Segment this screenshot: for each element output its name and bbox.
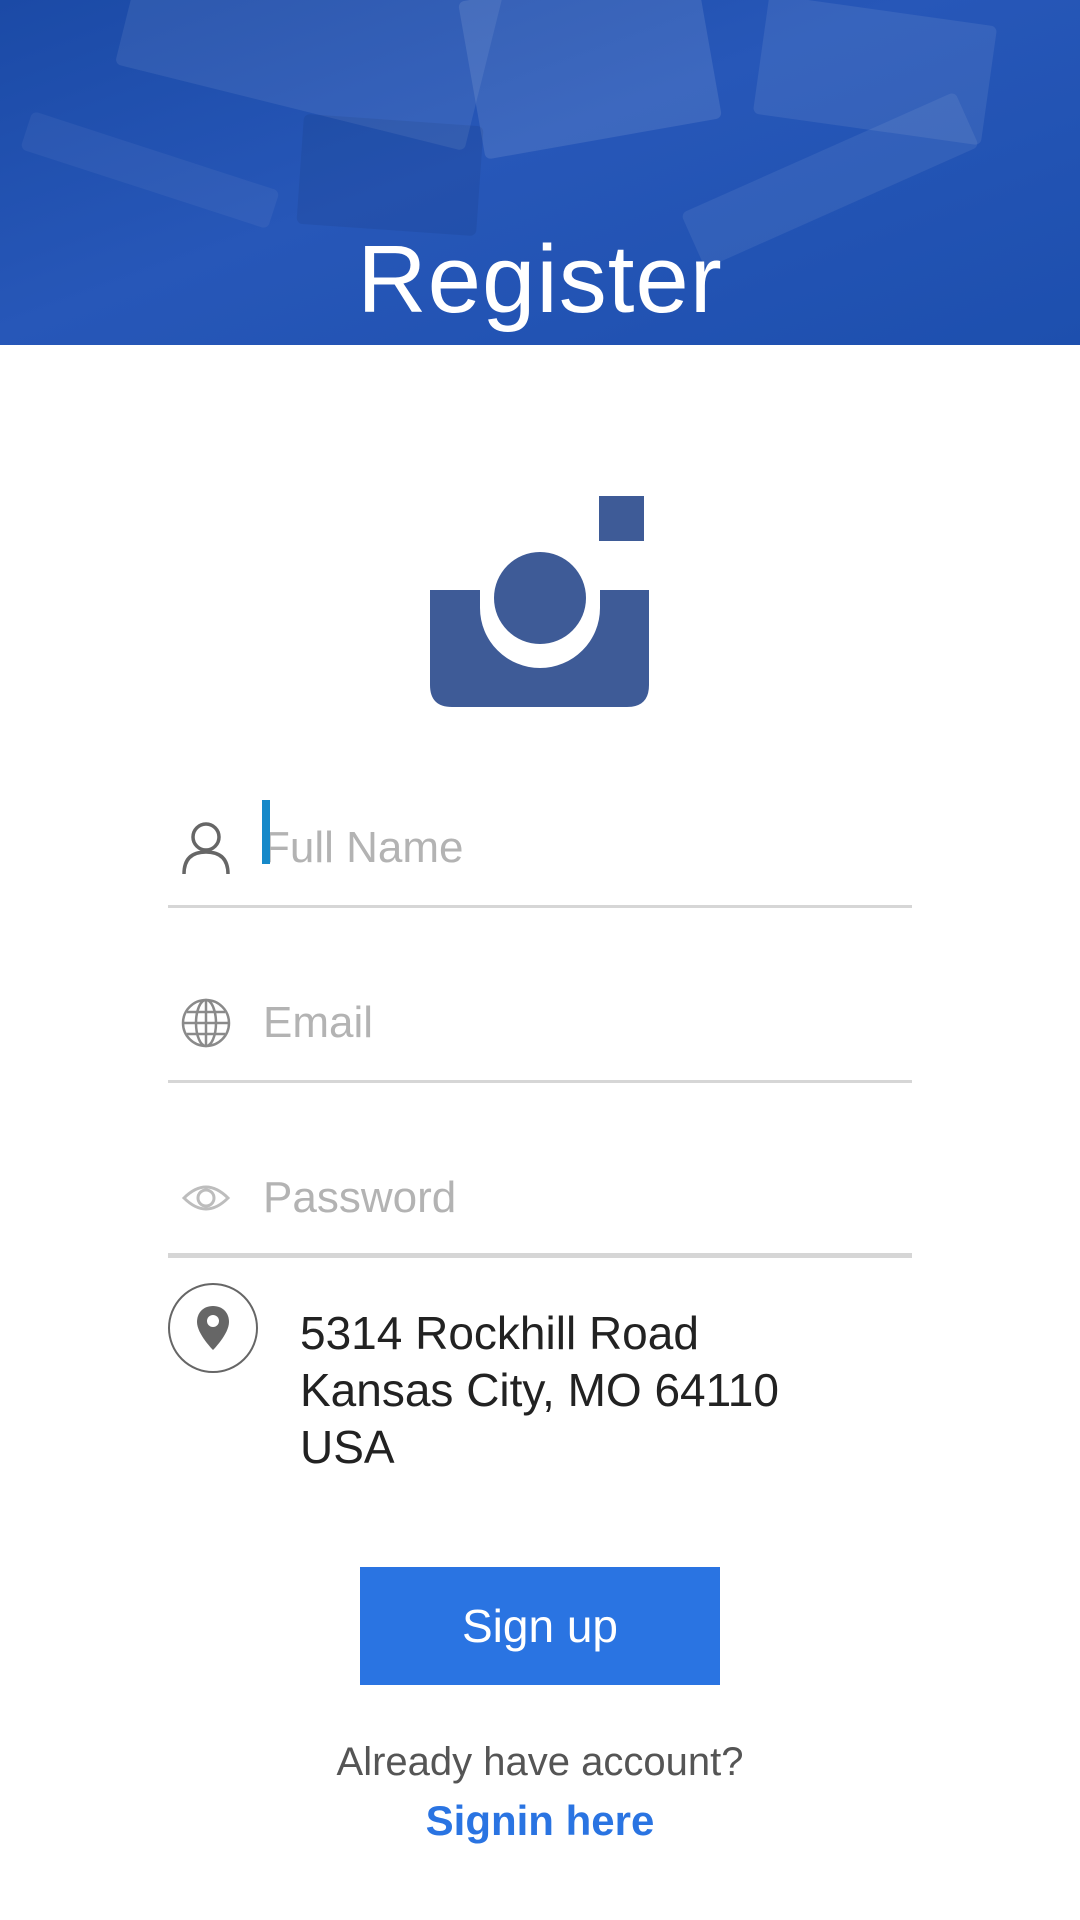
map-pin-icon [168,1283,258,1373]
email-field [168,963,912,1083]
address-line-3: USA [300,1421,395,1473]
header-banner: Register [0,0,1080,345]
password-input[interactable] [263,1158,883,1238]
full-name-input[interactable] [263,808,883,888]
email-input[interactable] [263,983,883,1063]
full-name-field [168,788,912,908]
signin-link[interactable]: Signin here [0,1797,1080,1845]
password-field [168,1138,912,1258]
register-screen: Register Full Name Email 5314 Rockhill R… [0,0,1080,1920]
user-icon [178,820,234,876]
page-title: Register [357,226,723,333]
banner-decoration [296,113,484,237]
eye-icon[interactable] [178,1170,234,1226]
banner-decoration [20,110,280,230]
globe-icon [178,995,234,1051]
text-caret [262,800,270,864]
signup-button[interactable]: Sign up [360,1567,720,1685]
address-line-2: Kansas City, MO 64110 [300,1364,779,1416]
address-line-1: 5314 Rockhill Road [300,1307,699,1359]
already-have-account-text: Already have account? [336,1740,744,1784]
address-block: 5314 Rockhill Road Kansas City, MO 64110… [168,1283,912,1483]
banner-decoration [457,0,723,160]
camera-icon [420,480,660,720]
address-text: 5314 Rockhill Road Kansas City, MO 64110… [300,1305,900,1476]
